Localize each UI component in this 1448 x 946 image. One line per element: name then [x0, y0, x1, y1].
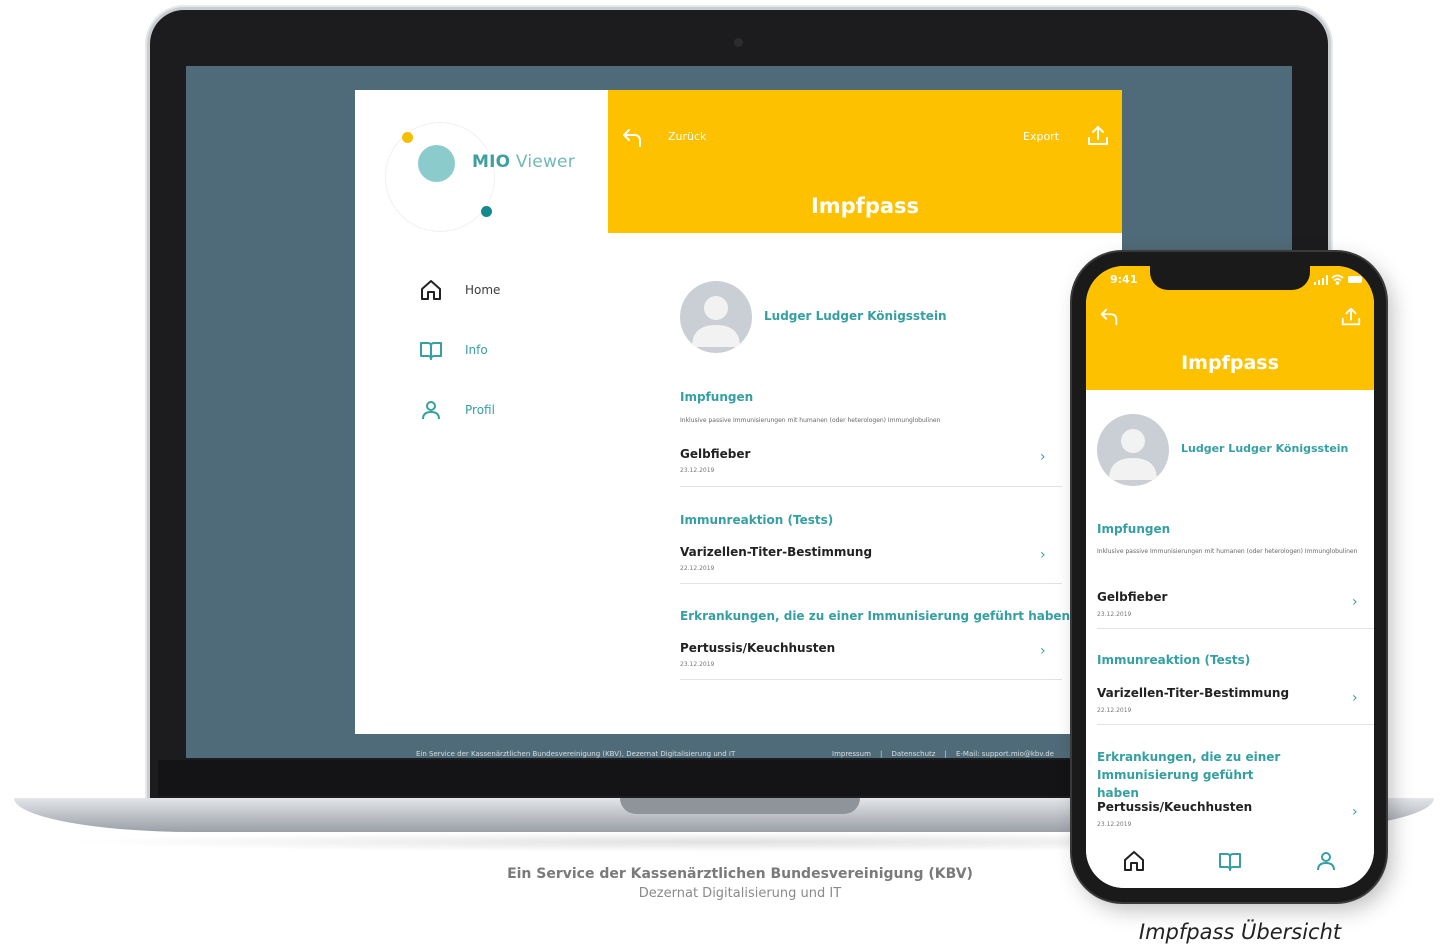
list-item[interactable]: Pertussis/Keuchhusten 23.12.2019 ›: [680, 633, 1062, 677]
chevron-right-icon: ›: [1040, 547, 1046, 563]
impfpass-content: Ludger Ludger Königsstein Impfungen Inkl…: [608, 233, 1122, 734]
sidebar-item-profil[interactable]: Profil: [419, 395, 579, 425]
laptop-base-notch: [620, 798, 860, 814]
chevron-right-icon: ›: [1040, 449, 1046, 465]
export-button[interactable]: [1086, 124, 1110, 152]
page-title: Impfpass: [810, 194, 920, 218]
chevron-right-icon: ›: [1352, 804, 1358, 820]
avatar-placeholder-icon: [1109, 429, 1157, 480]
logo-circle: [418, 145, 455, 182]
tab-home[interactable]: [1122, 849, 1146, 877]
divider: [680, 679, 1062, 680]
section-impfungen-subtitle: Inklusive passive Immunisierungen mit hu…: [680, 417, 941, 424]
phone-export-button[interactable]: [1340, 306, 1362, 332]
chevron-right-icon: ›: [1352, 690, 1358, 706]
page-header: Zurück Export Impfpass: [608, 90, 1122, 233]
support-email-link[interactable]: E-Mail: support.mio@kbv.de: [956, 750, 1054, 758]
datenschutz-link[interactable]: Datenschutz: [891, 750, 935, 758]
home-icon: [421, 280, 441, 300]
user-icon: [422, 401, 440, 420]
section-erkrankungen-title: Erkrankungen, die zu einer Immunisierung…: [680, 609, 1071, 623]
sidebar-item-home[interactable]: Home: [419, 275, 579, 305]
phone-patient-name: Ludger Ludger Königsstein: [1181, 442, 1349, 455]
book-icon: [1218, 853, 1241, 871]
chevron-right-icon: ›: [1352, 594, 1358, 610]
back-arrow-icon: [623, 129, 641, 147]
signal-icon: [1314, 275, 1328, 285]
list-item[interactable]: Gelbfieber 23.12.2019 ›: [1097, 582, 1363, 626]
laptop-camera: [734, 38, 743, 47]
chevron-right-icon: ›: [1040, 643, 1046, 659]
kbv-caption: Ein Service der Kassenärztlichen Bundesv…: [507, 866, 973, 882]
wifi-icon: [1331, 274, 1344, 285]
sidebar: MIO Viewer Home Info Profil: [355, 90, 609, 734]
tab-profil[interactable]: [1314, 849, 1338, 877]
phone-section-impfungen-subtitle: Inklusive passive Immunisierungen mit hu…: [1097, 548, 1358, 555]
avatar: [680, 281, 752, 353]
footer-left-text: Ein Service der Kassenärztlichen Bundesv…: [416, 750, 736, 758]
sidebar-item-info[interactable]: Info: [419, 335, 579, 365]
divider: [680, 486, 1062, 487]
avatar-placeholder-icon: [692, 296, 740, 347]
patient-name: Ludger Ludger Königsstein: [764, 309, 947, 323]
phone-back-button[interactable]: [1098, 306, 1120, 332]
footer-links: Impressum | Datenschutz | E-Mail: suppor…: [832, 750, 1054, 758]
section-immunreaktion-title: Immunreaktion (Tests): [680, 513, 834, 527]
book-icon: [420, 342, 442, 360]
app-logo[interactable]: MIO Viewer: [472, 152, 575, 172]
phone-header: [1086, 296, 1374, 390]
list-item[interactable]: Varizellen-Titer-Bestimmung 22.12.2019 ›: [1097, 678, 1363, 722]
divider: [680, 583, 1062, 584]
status-time: 9:41: [1110, 273, 1138, 286]
impressum-link[interactable]: Impressum: [832, 750, 871, 758]
divider: [1097, 628, 1374, 629]
upload-icon: [1088, 126, 1108, 145]
phone-notch: [1150, 266, 1310, 290]
logo-dot-teal: [481, 206, 492, 217]
export-label[interactable]: Export: [1023, 130, 1059, 143]
logo-dot-yellow: [402, 132, 413, 143]
back-label[interactable]: Zurück: [668, 130, 706, 143]
phone-page-title: Impfpass: [1181, 352, 1279, 374]
divider: [1097, 724, 1374, 725]
user-icon: [1317, 852, 1336, 871]
phone-section-impfungen-title: Impfungen: [1097, 522, 1171, 536]
phone-section-immunreaktion-title: Immunreaktion (Tests): [1097, 653, 1251, 667]
upload-icon: [1341, 307, 1361, 326]
back-button[interactable]: [620, 126, 644, 154]
image-caption: Impfpass Übersicht: [1138, 920, 1342, 944]
home-icon: [1123, 851, 1144, 871]
tab-info[interactable]: [1217, 849, 1243, 877]
battery-icon: [1348, 276, 1362, 283]
phone-tab-bar: [1086, 838, 1374, 888]
list-item[interactable]: Varizellen-Titer-Bestimmung 22.12.2019 ›: [680, 537, 1062, 581]
phone-avatar: [1097, 414, 1169, 486]
mio-viewer-app: MIO Viewer Home Info Profil Zurück Expor…: [355, 90, 1122, 734]
phone-screen: 9:41 Impfpass Ludger Ludger Königsstein …: [1086, 266, 1374, 888]
back-arrow-icon: [1100, 308, 1118, 326]
kbv-caption-sub: Dezernat Digitalisierung und IT: [638, 886, 842, 901]
section-impfungen-title: Impfungen: [680, 390, 754, 404]
list-item[interactable]: Pertussis/Keuchhusten 23.12.2019 ›: [1097, 792, 1363, 836]
list-item[interactable]: Gelbfieber 23.12.2019 ›: [680, 439, 1062, 483]
